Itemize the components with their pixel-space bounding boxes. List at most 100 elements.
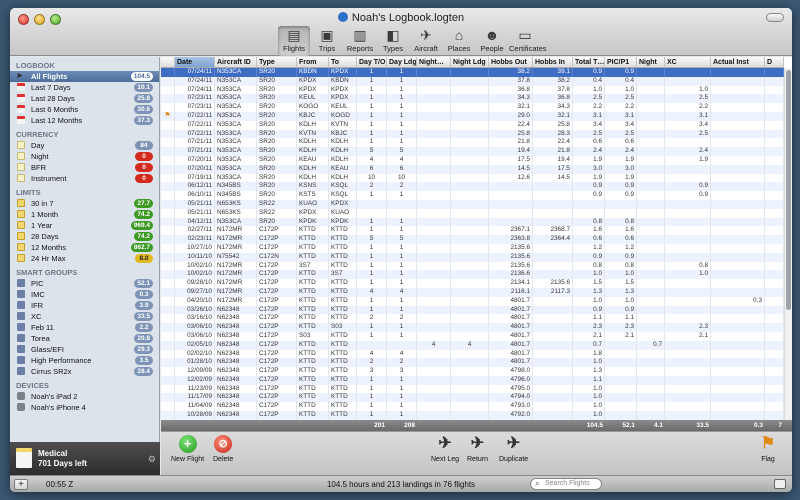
- table-row[interactable]: 07/21/11 N353CA SR20 KDLH KDLH 5 5 19.4 21.8 2.4 2…: [161, 147, 784, 156]
- sidebar-item-xc[interactable]: XC 33.5: [10, 311, 159, 322]
- column-header[interactable]: Night…: [417, 57, 451, 67]
- sidebar-item-last-6-months[interactable]: Last 6 Months 30.6: [10, 104, 159, 115]
- sidebar-item-1-year[interactable]: 1 Year 969.4: [10, 220, 159, 231]
- table-row[interactable]: 02/05/10 N62348 C172P KTTD KTTD 4 4 4801.7 0.7 0.…: [161, 340, 784, 350]
- sidebar-item-night[interactable]: Night 0: [10, 151, 159, 162]
- scrollbar-thumb[interactable]: [786, 70, 791, 310]
- sidebar-item-cirrus-sr2x[interactable]: Cirrus SR2x 28.4: [10, 366, 159, 377]
- table-row[interactable]: 03/16/10 N62348 C172P KTTD KTTD 2 2 4801.7 1.1 1.…: [161, 314, 784, 324]
- table-row[interactable]: 09/28/10 N172MR C172P KTTD KTTD 1 1 2134.1 2135.…: [161, 279, 784, 288]
- toolbar-flights-button[interactable]: ▤ Flights: [278, 26, 310, 56]
- table-row[interactable]: 03/26/10 N62348 C172P KTTD KTTD 1 1 4801.7 0.9 0.…: [161, 305, 784, 315]
- table-row[interactable]: 07/20/11 N353CA SR20 KDLH KEAU 6 6 14.5 17.5 3.0 3…: [161, 164, 784, 174]
- table-row[interactable]: 06/10/11 N345BS SR20 KSTS KSQL 1 1 0.9 0.9 0.9: [161, 191, 784, 200]
- table-row[interactable]: 10/02/10 N172MR C172P KTTD 3S7 1 1 2136.6 1.0 1.0…: [161, 270, 784, 280]
- table-row[interactable]: 10/11/10 N75542 C172N KTTD KTTD 1 1 2135.6 0.9 0.…: [161, 252, 784, 262]
- table-row[interactable]: 07/24/11 N353CA SR20 KBDN KPDX 1 1 38.2 39.1 0.9 0…: [161, 68, 784, 77]
- add-sidebar-item-button[interactable]: +: [14, 479, 28, 490]
- sidebar-item-last-12-months[interactable]: Last 12 Months 37.3: [10, 115, 159, 126]
- vertical-scrollbar[interactable]: [784, 68, 792, 420]
- column-header[interactable]: To: [329, 57, 357, 67]
- column-header[interactable]: Day T/O: [357, 57, 387, 67]
- toolbar-aircraft-button[interactable]: ✈ Aircraft: [410, 26, 442, 56]
- table-row[interactable]: 07/23/11 N353CA SR20 KEUL KPDX 1 1 34.3 36.8 2.5 2…: [161, 94, 784, 104]
- sidebar-item-28-days[interactable]: 28 Days 74.2: [10, 231, 159, 242]
- column-header[interactable]: Date: [175, 57, 215, 67]
- table-row[interactable]: 10/27/10 N172MR C172P KTTD KTTD 1 1 2135.6 1.2 1.…: [161, 243, 784, 253]
- toolbar-people-button[interactable]: ☻ People: [476, 26, 508, 56]
- table-row[interactable]: 07/22/11 N353CA SR20 KVTN KBJC 1 1 25.8 28.3 2.5 2…: [161, 129, 784, 139]
- return-button[interactable]: ✈ Return: [467, 435, 488, 463]
- column-header[interactable]: Actual Inst: [711, 57, 765, 67]
- sidebar-item-24-hr-max[interactable]: 24 Hr Max 8.0: [10, 253, 159, 264]
- sidebar-item-instrument[interactable]: Instrument 0: [10, 173, 159, 184]
- column-header[interactable]: Type: [257, 57, 297, 67]
- toolbar-certificates-button[interactable]: ▭ Certificates: [509, 26, 547, 56]
- sidebar-item-12-months[interactable]: 12 Months 862.7: [10, 242, 159, 253]
- column-header[interactable]: Day Ldg: [387, 57, 417, 67]
- sidebar-item-30-in-7[interactable]: 30 in 7 27.7: [10, 198, 159, 209]
- sidebar-item-ifr[interactable]: IFR 3.9: [10, 300, 159, 311]
- table-row[interactable]: 06/12/11 N345BS SR20 KSNS KSQL 2 2 0.9 0.9 0.9: [161, 182, 784, 192]
- table-row[interactable]: 07/20/11 N353CA SR20 KEAU KDLH 4 4 17.5 19.4 1.9 1…: [161, 155, 784, 165]
- table-row[interactable]: 03/06/10 N62348 C172P S03 KTTD 1 1 4801.7 2.1 2.1…: [161, 331, 784, 341]
- toolbar-places-button[interactable]: ⌂ Places: [443, 26, 475, 56]
- column-header[interactable]: D: [765, 57, 784, 67]
- table-row[interactable]: 11/23/09 N62348 C172P KTTD KTTD 1 1 4795.0 1.0: [161, 384, 784, 394]
- column-header[interactable]: PIC/P1: [605, 57, 637, 67]
- sidebar-item-bfr[interactable]: BFR 0: [10, 162, 159, 173]
- column-header[interactable]: Night: [637, 57, 665, 67]
- table-row[interactable]: 07/24/11 N353CA SR20 KPDX KBDN 1 1 37.8 38.2 0.4 0…: [161, 76, 784, 86]
- column-header[interactable]: Hobbs Out: [489, 57, 533, 67]
- table-row[interactable]: 10/28/09 N62348 C172P KTTD KTTD 1 1 4792.0 1.0: [161, 411, 784, 420]
- table-row[interactable]: 05/21/11 N653KS SR22 KPDX KUAO: [161, 208, 784, 218]
- sidebar-item-pic[interactable]: PIC 52.1: [10, 278, 159, 289]
- table-row[interactable]: 04/12/11 N353CA SR20 KPDK KPDK 1 1 0.8 0.8: [161, 217, 784, 227]
- table-row[interactable]: 02/23/11 N172MR C172P KTTD KTTD 5 5 2363.8 2364.…: [161, 235, 784, 244]
- column-header[interactable]: Hobbs In: [533, 57, 573, 67]
- new-flight-button[interactable]: + New Flight: [171, 435, 204, 463]
- toolbar-reports-button[interactable]: ▥ Reports: [344, 26, 376, 56]
- sidebar-item-all-flights[interactable]: ▶ All Flights 104.5: [10, 71, 159, 82]
- sidebar-item-day[interactable]: Day 84: [10, 140, 159, 151]
- duplicate-button[interactable]: ✈ Duplicate: [499, 435, 528, 463]
- column-header[interactable]: Total T…: [573, 57, 605, 67]
- sidebar-item-torea[interactable]: Torea 20.8: [10, 333, 159, 344]
- search-flights-field[interactable]: ⌕ Search Flights: [530, 478, 602, 490]
- sidebar-item-feb-11[interactable]: Feb 11 2.2: [10, 322, 159, 333]
- table-row[interactable]: 05/21/11 N653KS SR22 KUAO KPDX: [161, 199, 784, 209]
- sidebar-item-high-performance[interactable]: High Performance 3.5: [10, 355, 159, 366]
- column-header[interactable]: Night Ldg: [451, 57, 489, 67]
- table-row[interactable]: 11/17/09 N62348 C172P KTTD KTTD 1 1 4794.0 1.0: [161, 393, 784, 403]
- table-row[interactable]: 02/27/11 N172MR C172P KTTD KTTD 1 1 2367.1 2368.…: [161, 226, 784, 236]
- sidebar-item-1-month[interactable]: 1 Month 74.2: [10, 209, 159, 220]
- table-row[interactable]: 11/04/09 N62348 C172P KTTD KTTD 1 1 4793.0 1.0: [161, 402, 784, 412]
- sidebar-item-glass-efi[interactable]: Glass/EFI 29.3: [10, 344, 159, 355]
- toolbar-types-button[interactable]: ◧ Types: [377, 26, 409, 56]
- sidebar-item-noah-s-ipad-2[interactable]: Noah's iPad 2: [10, 391, 159, 402]
- column-header[interactable]: Aircraft ID: [215, 57, 257, 67]
- table-row[interactable]: 04/20/10 N172MR C172P KTTD KTTD 1 1 4801.7 1.0 1.…: [161, 296, 784, 306]
- sidebar-item-imc[interactable]: IMC 0.3: [10, 289, 159, 300]
- table-row[interactable]: 09/27/10 N172MR C172P KTTD KTTD 4 4 2116.1 2117.…: [161, 287, 784, 297]
- table-row[interactable]: 07/24/11 N353CA SR20 KPDX KPDX 1 1 36.8 37.8 1.0 1…: [161, 85, 784, 95]
- table-row[interactable]: 07/19/11 N353CA SR20 KDLH KDLH 10 10 12.6 14.5 1.…: [161, 173, 784, 183]
- sidebar-item-noah-s-iphone-4[interactable]: Noah's iPhone 4: [10, 402, 159, 413]
- column-header[interactable]: From: [297, 57, 329, 67]
- table-row[interactable]: 07/23/11 N353CA SR20 KOGO KEUL 1 1 32.1 34.3 2.2 2…: [161, 103, 784, 112]
- column-header[interactable]: XC: [665, 57, 711, 67]
- table-row[interactable]: 03/06/10 N62348 C172P KTTD S03 1 1 4801.7 2.3 2.3…: [161, 323, 784, 332]
- gear-icon[interactable]: ⚙: [148, 454, 156, 465]
- view-toggle-button[interactable]: [774, 479, 786, 489]
- sidebar-item-last-7-days[interactable]: Last 7 Days 10.1: [10, 82, 159, 93]
- toolbar-toggle-button[interactable]: [766, 13, 784, 22]
- table-row[interactable]: 02/02/10 N62348 C172P KTTD KTTD 4 4 4801.7 1.8: [161, 349, 784, 359]
- table-row[interactable]: ⚑ 07/22/11 N353CA SR20 KBJC KOGD 1 1 29.0 32.1 3.1…: [161, 111, 784, 121]
- table-row[interactable]: 07/22/11 N353CA SR20 KDLH KVTN 1 1 22.4 25.8 3.4 3…: [161, 120, 784, 130]
- next-leg-button[interactable]: ✈ Next Leg: [431, 435, 459, 463]
- flag-button[interactable]: ⚑ Flag: [759, 435, 777, 463]
- table-row[interactable]: 07/21/11 N353CA SR20 KDLH KDLH 1 1 21.8 22.4 0.6 0…: [161, 138, 784, 148]
- table-row[interactable]: 01/28/10 N62348 C172P KTTD KTTD 2 2 4801.7 1.0: [161, 358, 784, 368]
- table-row[interactable]: 12/09/09 N62348 C172P KTTD KTTD 3 3 4798.0 1.3: [161, 367, 784, 376]
- column-header[interactable]: [161, 57, 175, 67]
